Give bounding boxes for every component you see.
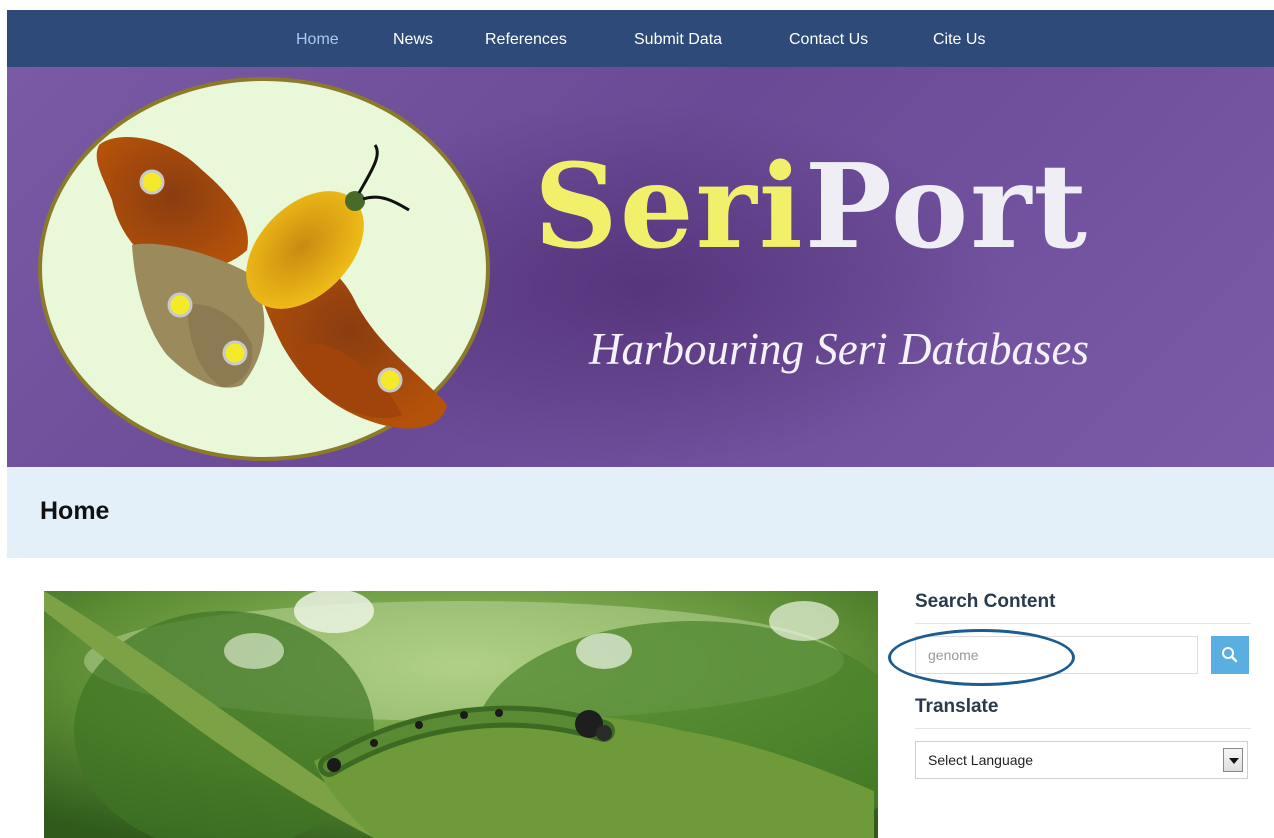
page: Home News References Submit Data Contact… [7, 10, 1274, 838]
moth-logo[interactable] [37, 75, 492, 463]
nav-references[interactable]: References [485, 10, 567, 67]
search-widget-title: Search Content [915, 591, 1251, 624]
dropdown-arrow-icon[interactable] [1223, 748, 1243, 772]
header-banner: SeriPort Harbouring Seri Databases [7, 67, 1274, 467]
page-title-bar: Home [7, 467, 1274, 558]
site-logo-text[interactable]: SeriPort [534, 149, 1089, 265]
nav-news[interactable]: News [393, 10, 433, 67]
sidebar: Search Content Translate Select Language [888, 591, 1251, 779]
nav-submit-data[interactable]: Submit Data [634, 10, 722, 67]
caterpillar-photo [44, 591, 878, 838]
search-icon [1222, 647, 1238, 663]
language-select-value: Select Language [928, 752, 1034, 768]
translate-widget: Translate Select Language [915, 696, 1251, 779]
brand-port: Port [804, 139, 1089, 275]
search-button[interactable] [1211, 636, 1249, 674]
nav-home[interactable]: Home [296, 10, 339, 67]
top-navigation: Home News References Submit Data Contact… [7, 10, 1274, 67]
search-form [888, 629, 1251, 686]
brand-seri: Seri [534, 139, 805, 275]
nav-contact-us[interactable]: Contact Us [789, 10, 868, 67]
translate-widget-title: Translate [915, 696, 1251, 729]
site-tagline: Harbouring Seri Databases [589, 324, 1090, 374]
annotation-circle [888, 629, 1075, 686]
language-select[interactable]: Select Language [915, 741, 1248, 779]
page-title: Home [40, 497, 110, 525]
nav-cite-us[interactable]: Cite Us [933, 10, 985, 67]
